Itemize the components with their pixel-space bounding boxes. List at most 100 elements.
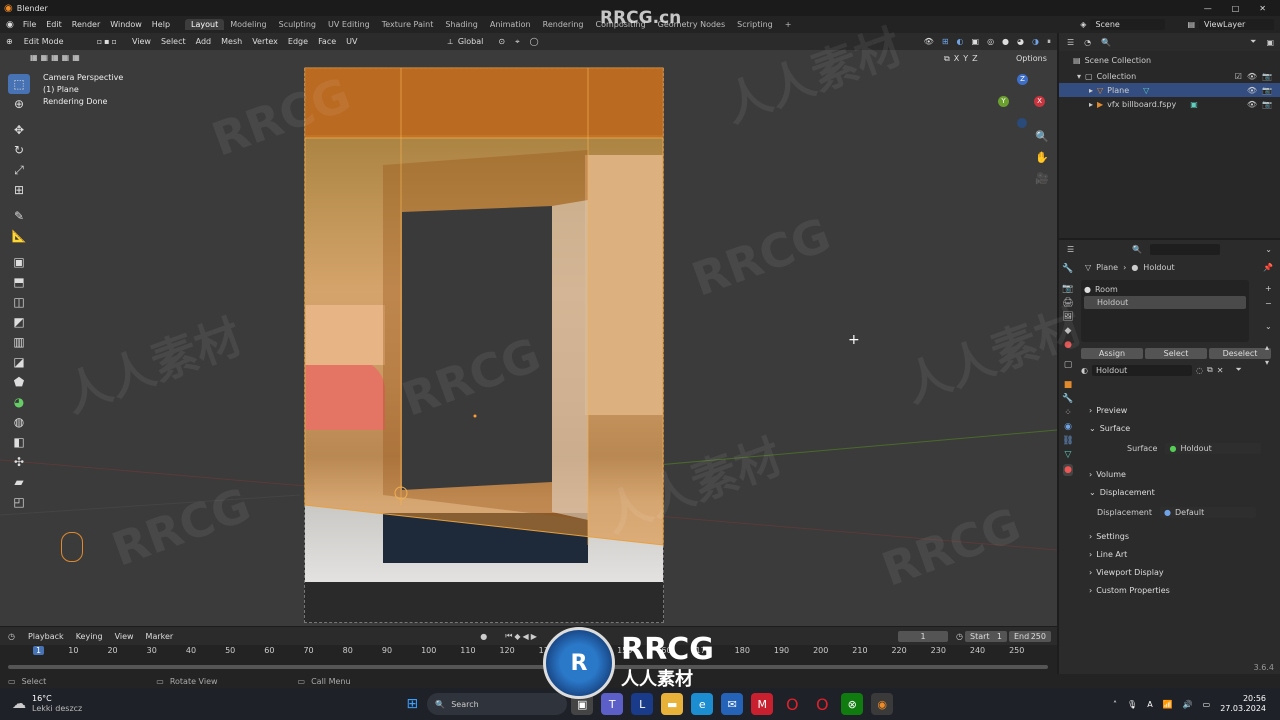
poly-build-tool-icon[interactable]: ⬟ [8,372,30,392]
proportional-edit-icon[interactable]: ◯ [530,37,539,46]
vp-menu-face[interactable]: Face [313,37,341,46]
maximize-button[interactable]: □ [1232,4,1240,13]
render-camera-icon[interactable]: 📷 [1262,100,1272,109]
edge-slide-tool-icon[interactable]: ◧ [8,432,30,452]
mirror-axis-icon[interactable]: ⧉ [944,54,950,64]
opera-icon[interactable]: O [781,693,803,715]
vp-menu-uv[interactable]: UV [341,37,362,46]
pause-render-icon[interactable]: ⏸ [1047,37,1051,47]
eye-icon[interactable]: 👁 [1247,100,1257,109]
outliner-row[interactable]: ▾ ▢ Collection ☑ 👁 📷 [1059,69,1280,83]
frame-ruler[interactable]: 1102030405060708090100110120130140150160… [0,645,1057,659]
panel-preview[interactable]: › Preview [1059,401,1280,419]
material-slot-list[interactable]: ● Room Holdout [1081,280,1249,342]
expand-icon[interactable]: ▾ [1077,72,1081,81]
tab-rendering[interactable]: Rendering [537,19,590,30]
slot-menu-icon[interactable]: ⌄ [1265,322,1272,331]
vp-menu-add[interactable]: Add [191,37,217,46]
remove-slot-icon[interactable]: − [1265,299,1272,308]
shrink-tool-icon[interactable]: ✣ [8,452,30,472]
displacement-field[interactable]: ● Default [1160,506,1256,518]
expand-icon[interactable]: ▸ [1089,100,1093,109]
axis-toggles[interactable]: ⧉ X Y Z [944,54,978,64]
material-slot[interactable]: ● Room [1084,283,1246,296]
mode-selector[interactable]: Edit Mode [18,36,89,47]
assign-button[interactable]: Assign [1081,348,1143,359]
shading-rendered-icon[interactable]: ◑ [1032,37,1039,46]
fake-user-icon[interactable]: ◌ [1196,366,1203,375]
inset-tool-icon[interactable]: ◫ [8,292,30,312]
current-frame-field[interactable]: 1 [898,630,949,642]
battery-icon[interactable]: ▭ [1203,700,1211,709]
volume-icon[interactable]: 🔊 [1183,700,1193,709]
tab-modeling[interactable]: Modeling [224,19,272,30]
select-tool-icon[interactable]: ⬚ [8,74,30,94]
measure-tool-icon[interactable]: 📐 [8,226,30,246]
collection-tab-icon[interactable]: ▢ [1064,360,1073,370]
tab-uv-editing[interactable]: UV Editing [322,19,376,30]
play-icon[interactable]: ▶ [531,632,537,641]
add-slot-icon[interactable]: + [1265,284,1272,293]
view-layer-tab-icon[interactable]: 🖼 [1062,312,1073,322]
vp-menu-edge[interactable]: Edge [283,37,313,46]
record-icon[interactable]: ● [480,632,487,641]
add-cube-tool-icon[interactable]: ▣ [8,252,30,272]
browse-material-icon[interactable]: ◐ [1081,366,1088,375]
duplicate-material-icon[interactable]: ⧉ [1207,365,1213,375]
minimize-button[interactable]: — [1204,4,1212,13]
outliner-row[interactable]: ▤ Scene Collection [1059,51,1280,69]
checkbox-icon[interactable]: ☑ [1235,72,1242,81]
properties-editor-icon[interactable]: ☰ [1067,245,1074,254]
axis-y-toggle[interactable]: Y [963,54,968,64]
start-frame-field[interactable]: Start 1 [965,630,1007,642]
pan-view-icon[interactable]: ✋ [1035,151,1049,164]
opera-gx-icon[interactable]: O [811,693,833,715]
panel-viewport-display[interactable]: › Viewport Display [1059,563,1280,581]
timeline-menu-view[interactable]: View [110,632,139,641]
gizmo-x-axis[interactable]: X [1034,96,1045,107]
tray-chevron-icon[interactable]: ˄ [1113,700,1117,709]
knife-tool-icon[interactable]: ◪ [8,352,30,372]
end-frame-field[interactable]: End 250 [1009,630,1051,642]
panel-custom-properties[interactable]: › Custom Properties [1059,581,1280,599]
timeline-editor-icon[interactable]: ◷ [8,632,15,641]
unlink-material-icon[interactable]: ✕ [1217,366,1224,375]
move-down-icon[interactable]: ▾ [1265,358,1272,367]
menu-edit[interactable]: Edit [41,20,67,29]
eye-icon[interactable]: 👁 [1247,72,1257,81]
outliner-editor-icon[interactable]: ☰ [1067,38,1074,47]
rotate-tool-icon[interactable]: ↻ [8,140,30,160]
tool-tab-icon[interactable]: 🔧 [1062,264,1073,274]
menu-window[interactable]: Window [105,20,147,29]
vp-menu-mesh[interactable]: Mesh [216,37,247,46]
render-camera-icon[interactable]: 📷 [1262,72,1272,81]
outliner-row[interactable]: ▸ ▶ vfx billboard.fspy ▣ 👁 📷 [1059,97,1280,111]
scene-selector[interactable]: Scene [1090,19,1166,30]
blender-menu-icon[interactable]: ◉ [6,20,14,30]
transform-tool-icon[interactable]: ⊞ [8,180,30,200]
loop-cut-tool-icon[interactable]: ▥ [8,332,30,352]
properties-search-icon[interactable]: 🔍 [1132,245,1142,254]
deselect-button[interactable]: Deselect [1209,348,1271,359]
clock[interactable]: 20:56 27.03.2024 [1220,694,1266,714]
gizmo-toggle-icon[interactable]: ⊞ [942,37,949,46]
windows-start-icon[interactable]: ⊞ [401,693,423,715]
tab-layout[interactable]: Layout [185,19,225,30]
mail-icon[interactable]: ✉ [721,693,744,715]
vp-menu-vertex[interactable]: Vertex [247,37,283,46]
outliner-search-icon[interactable]: 🔍 [1101,38,1111,47]
pin-icon[interactable]: 📌 [1263,263,1277,272]
tool-settings-icons[interactable]: ▦▦▦▦▦ [30,53,83,62]
dropdown-chevron-icon[interactable]: ⌄ [1265,245,1280,254]
panel-volume[interactable]: › Volume [1059,465,1280,483]
extrude-tool-icon[interactable]: ⬒ [8,272,30,292]
filter-icon[interactable]: ⏷ [1250,37,1256,47]
blender-taskbar-icon[interactable]: ◉ [871,693,894,715]
preview-range-icon[interactable]: ◷ [956,632,963,641]
world-tab-icon[interactable]: ● [1064,340,1072,350]
material-filter-icon[interactable]: ⏷ [1235,365,1241,375]
select-button[interactable]: Select [1145,348,1207,359]
panel-surface[interactable]: ⌄ Surface [1059,419,1280,437]
tab-shading[interactable]: Shading [439,19,484,30]
move-up-icon[interactable]: ▴ [1265,343,1272,352]
